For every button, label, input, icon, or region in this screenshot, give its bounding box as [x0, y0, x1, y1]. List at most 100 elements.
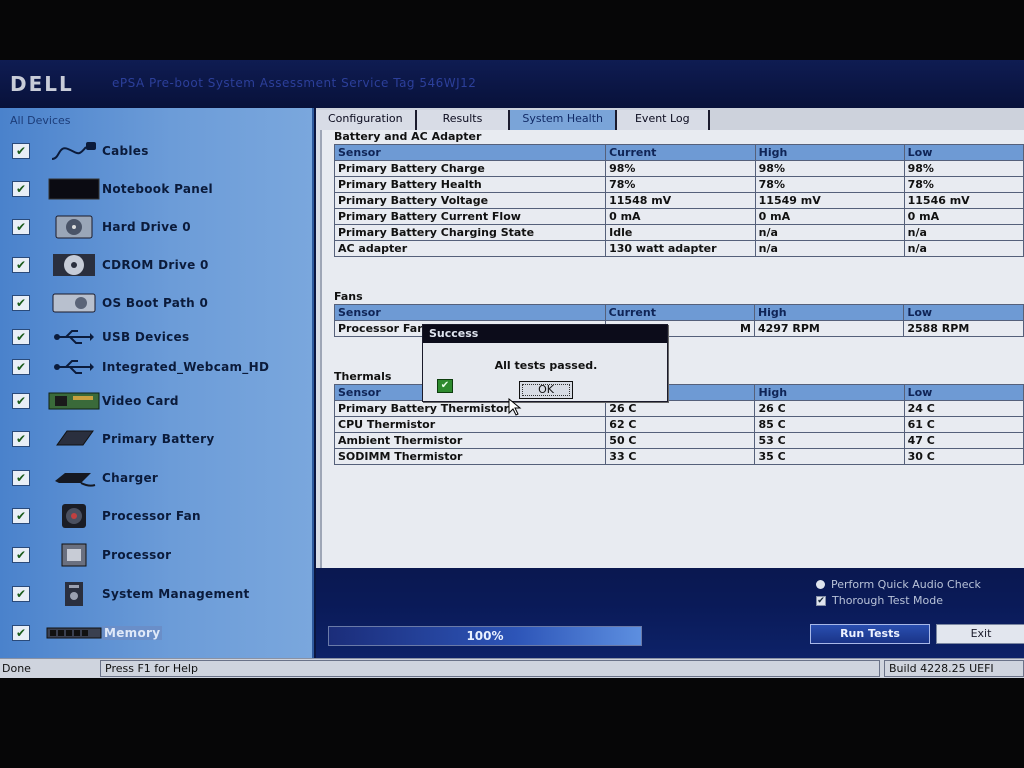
build-version: Build 4228.25 UEFI [884, 660, 1024, 677]
device-item-processor[interactable]: ✔ Processor [12, 540, 312, 570]
column-header: Low [903, 384, 1024, 401]
device-item-processor-fan[interactable]: ✔ Processor Fan [12, 501, 312, 531]
table-cell: Primary Battery Health [333, 176, 607, 193]
device-label: System Management [102, 587, 250, 601]
tab-configuration[interactable]: Configuration [316, 110, 417, 130]
dialog-title: Success [423, 325, 667, 343]
device-label: OS Boot Path 0 [102, 296, 209, 310]
ok-button[interactable]: OK [519, 381, 573, 399]
device-item-cdrom-drive-0[interactable]: ✔ CDROM Drive 0 [12, 250, 312, 280]
table-row: Primary Battery Charging State Idle n/a n/a [333, 224, 1024, 241]
dell-logo: DELL [10, 72, 74, 96]
tab-bar: Configuration Results System Health Even… [316, 108, 1024, 130]
column-header: Current [604, 304, 755, 321]
device-label: CDROM Drive 0 [102, 258, 209, 272]
monitor-icon [46, 176, 102, 202]
quick-audio-option[interactable]: Perform Quick Audio Check [816, 578, 981, 591]
column-header: Low [903, 304, 1024, 321]
table-cell: Primary Battery Voltage [333, 192, 607, 209]
table-row: AC adapter 130 watt adapter n/a n/a [333, 240, 1024, 257]
device-item-os-boot-path-0[interactable]: ✔ OS Boot Path 0 [12, 288, 312, 318]
table-cell: 98% [754, 160, 905, 177]
status-text: Done [2, 662, 31, 675]
device-label: Charger [102, 471, 159, 485]
processor-icon [46, 542, 102, 568]
device-item-charger[interactable]: ✔ Charger [12, 463, 312, 493]
table-cell: 0 mA [754, 208, 905, 225]
checkbox[interactable]: ✔ [12, 143, 30, 159]
checkbox[interactable]: ✔ [12, 181, 30, 197]
checkbox[interactable]: ✔ [12, 393, 30, 409]
table-cell: 61 C [903, 416, 1024, 433]
device-item-usb-devices[interactable]: ✔ USB Devices [12, 322, 312, 352]
device-item-memory[interactable]: ✔ Memory [12, 618, 312, 648]
usb-icon [46, 354, 102, 380]
table-cell: 130 watt adapter [605, 240, 756, 257]
status-bar: Done Press F1 for Help Build 4228.25 UEF… [0, 658, 1024, 678]
device-item-video-card[interactable]: ✔ Video Card [12, 386, 312, 416]
checkbox[interactable]: ✔ [12, 219, 30, 235]
checkbox[interactable]: ✔ [12, 431, 30, 447]
memory-icon [46, 620, 102, 646]
tab-system-health[interactable]: System Health [510, 110, 617, 130]
table-cell: 50 C [605, 432, 756, 449]
hard-drive-icon [46, 214, 102, 240]
device-item-hard-drive-0[interactable]: ✔ Hard Drive 0 [12, 212, 312, 242]
checkbox[interactable]: ✔ [12, 295, 30, 311]
checkbox[interactable]: ✔ [12, 508, 30, 524]
table-row: Primary Battery Current Flow 0 mA 0 mA 0 mA [333, 208, 1024, 225]
column-header: High [754, 144, 905, 161]
table-cell: 78% [903, 176, 1024, 193]
radio-button[interactable] [816, 580, 825, 589]
success-dialog: Success All tests passed. ✔ OK [422, 324, 668, 402]
checkbox[interactable]: ✔ [12, 257, 30, 273]
progress-label: 100% [466, 629, 504, 643]
table-cell: Idle [605, 224, 756, 241]
fan-icon [46, 503, 102, 529]
checkbox[interactable]: ✔ [12, 547, 30, 563]
thermals-section-title: Thermals [334, 370, 392, 383]
charger-icon [46, 465, 102, 491]
device-label: Cables [102, 144, 149, 158]
table-row: SODIMM Thermistor 33 C 35 C 30 C [333, 448, 1024, 465]
table-cell: 11546 mV [903, 192, 1024, 209]
table-cell: 33 C [605, 448, 756, 465]
table-cell: n/a [903, 240, 1024, 257]
checkbox[interactable]: ✔ [12, 359, 30, 375]
table-cell: 62 C [605, 416, 756, 433]
table-cell: SODIMM Thermistor [333, 448, 607, 465]
device-item-system-management[interactable]: ✔ System Management [12, 579, 312, 609]
checkbox[interactable]: ✔ [12, 470, 30, 486]
table-cell: Primary Battery Thermistor [333, 400, 607, 417]
battery-table: Sensor Current High Low Primary Battery … [333, 144, 1024, 257]
checkbox[interactable]: ✔ [816, 595, 826, 606]
device-item-cables[interactable]: ✔ Cables [12, 136, 312, 166]
table-cell: n/a [903, 224, 1024, 241]
device-label: Hard Drive 0 [102, 220, 191, 234]
table-header-row: Sensor Current High Low [333, 144, 1024, 161]
control-panel: Perform Quick Audio Check ✔ Thorough Tes… [316, 568, 1024, 658]
table-cell: AC adapter [333, 240, 607, 257]
thorough-mode-option[interactable]: ✔ Thorough Test Mode [816, 594, 943, 607]
table-cell: 78% [605, 176, 756, 193]
checkbox[interactable]: ✔ [12, 625, 30, 641]
device-item-integrated-webcam[interactable]: ✔ Integrated_Webcam_HD [12, 352, 312, 382]
checkbox[interactable]: ✔ [12, 329, 30, 345]
system-management-icon [46, 581, 102, 607]
table-cell: 98% [605, 160, 756, 177]
checkbox[interactable]: ✔ [12, 586, 30, 602]
device-item-notebook-panel[interactable]: ✔ Notebook Panel [12, 174, 312, 204]
tab-results[interactable]: Results [416, 110, 511, 130]
device-list-header: All Devices [10, 114, 71, 127]
table-cell: Primary Battery Charging State [333, 224, 607, 241]
exit-button[interactable]: Exit [936, 624, 1024, 644]
device-list: All Devices ✔ Cables ✔ Notebook Panel ✔ … [0, 108, 314, 664]
column-header: Sensor [333, 144, 607, 161]
device-label: Video Card [102, 394, 179, 408]
tab-event-log[interactable]: Event Log [616, 110, 710, 130]
table-cell: Primary Battery Current Flow [333, 208, 607, 225]
column-header: Current [605, 144, 756, 161]
run-tests-button[interactable]: Run Tests [810, 624, 930, 644]
boot-path-icon [46, 290, 102, 316]
device-item-primary-battery[interactable]: ✔ Primary Battery [12, 424, 312, 454]
